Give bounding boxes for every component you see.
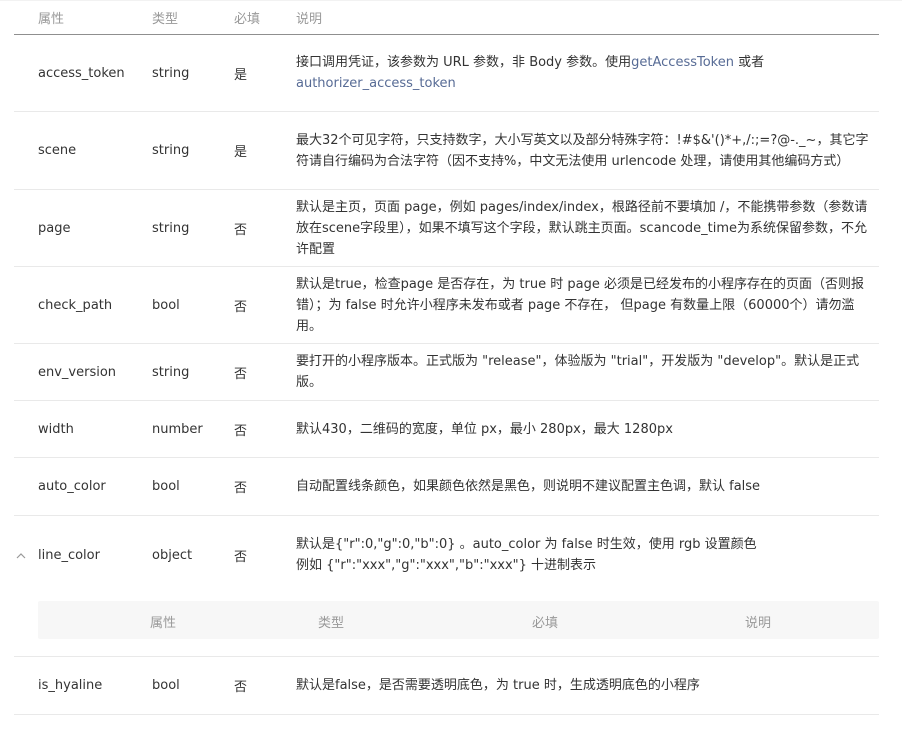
table-row: check_path bool 否 默认是true，检查page 是否存在，为 …	[14, 267, 879, 344]
desc-text: 最大32个可见字符，只支持数字，大小写英文以及部分特殊字符：!#$&'()*+,…	[296, 132, 869, 169]
param-required: 否	[234, 366, 248, 382]
param-required: 否	[234, 680, 248, 695]
param-name: auto_color	[38, 479, 106, 494]
table-row: scene string 是 最大32个可见字符，只支持数字，大小写英文以及部分…	[14, 112, 879, 190]
param-desc: 默认430，二维码的宽度，单位 px，最小 280px，最大 1280px	[296, 401, 879, 457]
row-main: line_color object 否 默认是{"r":0,"g":0,"b":…	[14, 516, 879, 594]
table-header: 属性 类型 必填 说明	[14, 0, 879, 35]
param-type: string	[152, 143, 190, 158]
header-required: 必填	[234, 12, 261, 27]
param-type: string	[152, 364, 190, 380]
nested-header-desc: 说明	[745, 616, 772, 631]
param-type: string	[152, 65, 190, 81]
chevron-up-icon[interactable]	[14, 516, 28, 594]
param-desc: 最大32个可见字符，只支持数字，大小写英文以及部分特殊字符：!#$&'()*+,…	[296, 112, 879, 189]
table-row: page string 否 默认是主页，页面 page，例如 pages/ind…	[14, 190, 879, 267]
desc-text: 默认是{"r":0,"g":0,"b":0} 。auto_color 为 fal…	[296, 537, 757, 573]
param-required: 是	[234, 145, 248, 160]
param-required: 否	[234, 299, 248, 315]
param-name: page	[38, 220, 71, 236]
param-required: 否	[234, 222, 248, 238]
param-desc: 默认是true，检查page 是否存在，为 true 时 page 必须是已经发…	[296, 267, 879, 343]
param-desc: 默认是false，是否需要透明底色，为 true 时，生成透明底色的小程序	[296, 657, 879, 714]
desc-text: 默认是true，检查page 是否存在，为 true 时 page 必须是已经发…	[296, 276, 864, 334]
nested-header-required: 必填	[532, 616, 559, 631]
param-desc: 接口调用凭证，该参数为 URL 参数，非 Body 参数。使用getAccess…	[296, 35, 879, 111]
desc-connector: 或者	[733, 55, 765, 70]
param-required: 是	[234, 67, 248, 83]
param-name: is_hyaline	[38, 678, 103, 693]
desc-text: 默认是false，是否需要透明底色，为 true 时，生成透明底色的小程序	[296, 678, 700, 693]
param-name: width	[38, 421, 74, 437]
param-desc: 自动配置线条颜色，如果颜色依然是黑色，则说明不建议配置主色调，默认 false	[296, 458, 879, 515]
desc-text: 接口调用凭证，该参数为 URL 参数，非 Body 参数。使用	[296, 55, 632, 70]
param-name: check_path	[38, 297, 113, 313]
param-type: number	[152, 421, 203, 437]
param-required: 否	[234, 423, 248, 439]
param-name: scene	[38, 143, 77, 158]
nested-table-header: 属性 类型 必填 说明	[38, 601, 879, 639]
param-type: object	[152, 547, 193, 563]
param-name: access_token	[38, 65, 125, 81]
nested-header-name: 属性	[150, 616, 177, 631]
param-type: bool	[152, 678, 180, 693]
param-desc: 要打开的小程序版本。正式版为 "release"，体验版为 "trial"，开发…	[296, 344, 879, 400]
header-type: 类型	[152, 12, 179, 27]
desc-text: 默认430，二维码的宽度，单位 px，最小 280px，最大 1280px	[296, 421, 673, 437]
desc-text: 默认是主页，页面 page，例如 pages/index/index，根路径前不…	[296, 199, 868, 257]
desc-text: 自动配置线条颜色，如果颜色依然是黑色，则说明不建议配置主色调，默认 false	[296, 479, 761, 494]
get-access-token-link[interactable]: getAccessToken	[631, 55, 734, 70]
table-row: is_hyaline bool 否 默认是false，是否需要透明底色，为 tr…	[14, 657, 879, 715]
param-type: string	[152, 220, 190, 236]
nested-header-type: 类型	[318, 616, 345, 631]
param-name: env_version	[38, 364, 117, 380]
param-type: bool	[152, 479, 180, 494]
param-required: 否	[234, 549, 248, 565]
table-row: access_token string 是 接口调用凭证，该参数为 URL 参数…	[14, 35, 879, 112]
param-desc: 默认是{"r":0,"g":0,"b":0} 。auto_color 为 fal…	[296, 516, 766, 594]
table-row: width number 否 默认430，二维码的宽度，单位 px，最小 280…	[14, 401, 879, 458]
param-name: line_color	[38, 547, 100, 563]
table-row: env_version string 否 要打开的小程序版本。正式版为 "rel…	[14, 344, 879, 401]
param-required: 否	[234, 481, 248, 496]
table-row: auto_color bool 否 自动配置线条颜色，如果颜色依然是黑色，则说明…	[14, 458, 879, 516]
authorizer-access-token-link[interactable]: authorizer_access_token	[296, 76, 456, 91]
param-desc: 默认是主页，页面 page，例如 pages/index/index，根路径前不…	[296, 190, 879, 266]
header-name: 属性	[38, 12, 65, 27]
param-type: bool	[152, 297, 180, 313]
desc-text: 要打开的小程序版本。正式版为 "release"，体验版为 "trial"，开发…	[296, 354, 860, 390]
header-desc: 说明	[296, 12, 323, 27]
api-params-table: 属性 类型 必填 说明 access_token string 是 接口调用凭证…	[0, 0, 902, 730]
